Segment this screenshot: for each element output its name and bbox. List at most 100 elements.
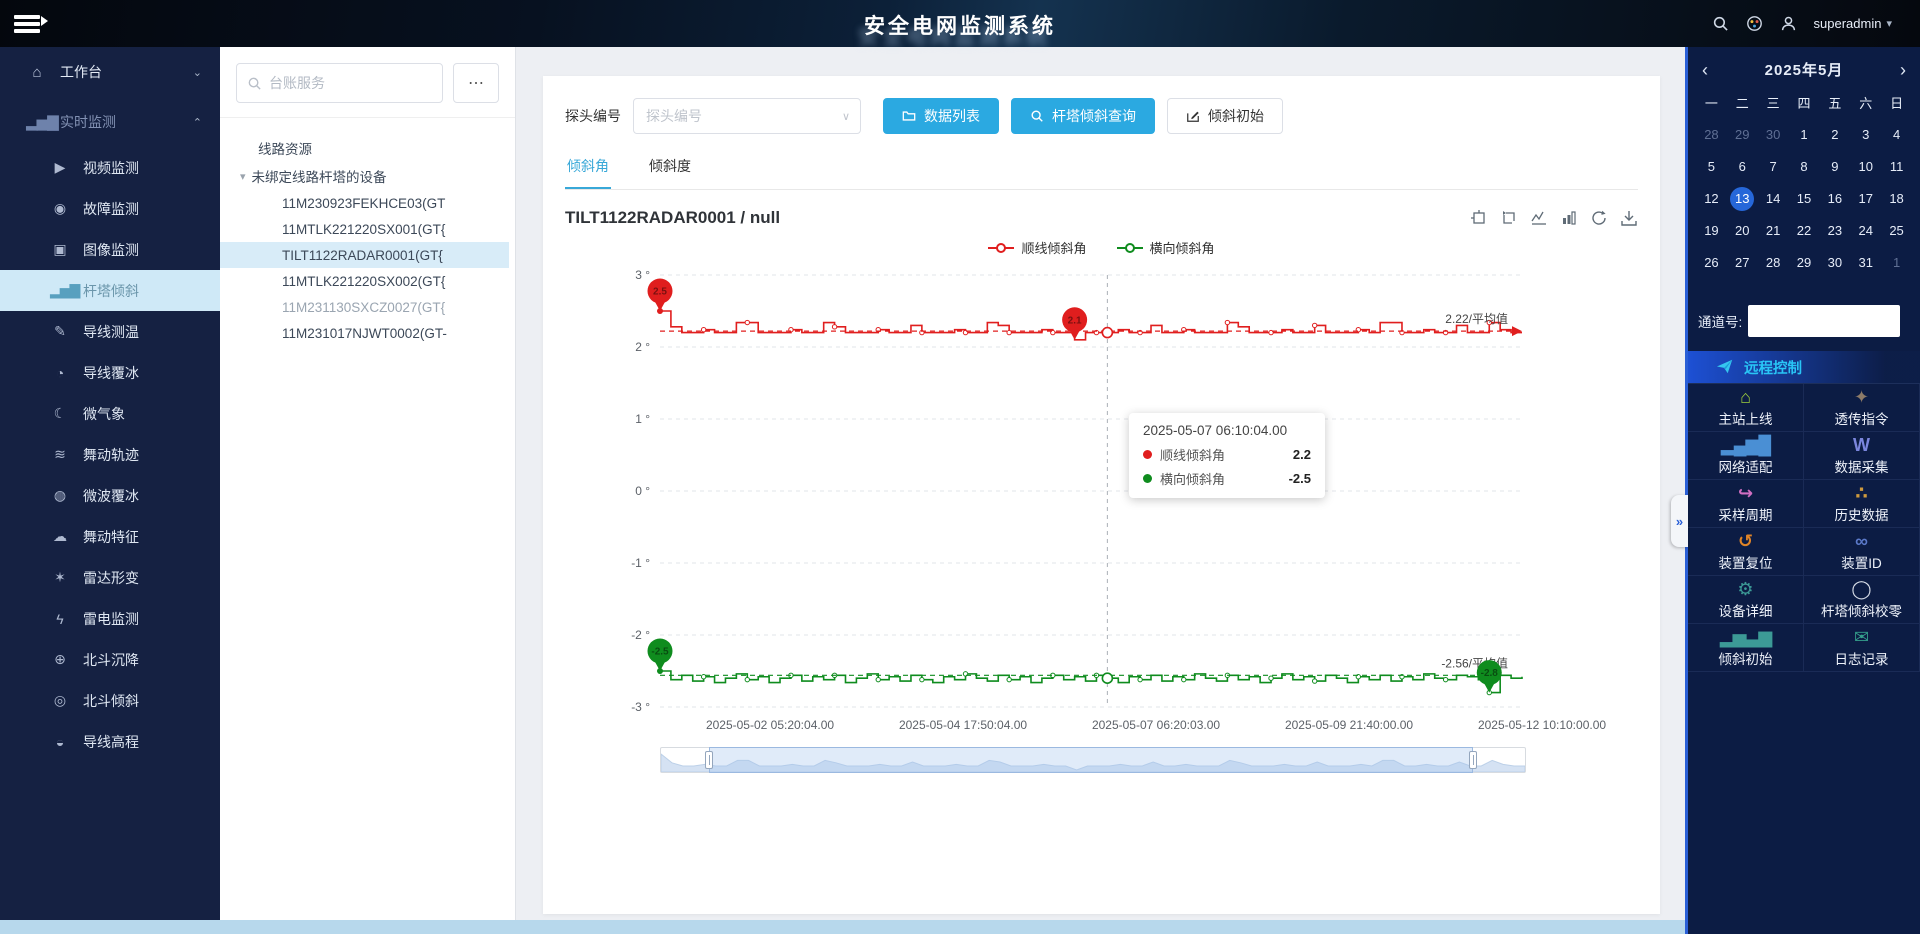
calendar-day[interactable]: 12 — [1696, 183, 1727, 215]
remote-control-button[interactable]: ⌂ 主站上线 — [1688, 384, 1804, 432]
calendar-day[interactable]: 9 — [1819, 151, 1850, 183]
datazoom-slider[interactable] — [660, 747, 1526, 773]
channel-input[interactable] — [1748, 305, 1900, 337]
tree-group-unbound[interactable]: ▾ 未绑定线路杆塔的设备 — [220, 162, 509, 190]
device-tree-item[interactable]: 11MTLK221220SX001(GT{ — [220, 216, 509, 242]
more-button[interactable]: ⋯ — [453, 63, 499, 103]
toolbar-button[interactable]: 倾斜初始 — [1167, 98, 1283, 134]
sidebar-menu-item[interactable]: ⊕ 北斗沉降 — [0, 639, 220, 680]
calendar-day[interactable]: 3 — [1850, 119, 1881, 151]
calendar-day[interactable]: 18 — [1881, 183, 1912, 215]
device-tree-item[interactable]: 11MTLK221220SX002(GT{ — [220, 268, 509, 294]
line-chart-icon[interactable] — [1530, 209, 1548, 227]
remote-control-button[interactable]: ↺ 装置复位 — [1688, 528, 1804, 576]
user-menu[interactable]: superadmin ▾ — [1814, 16, 1892, 31]
tilt-angle-chart[interactable]: 3 °2 °1 °0 °-1 °-2 °-3 °2025-05-02 05:20… — [565, 261, 1638, 739]
calendar-day[interactable]: 13 — [1727, 183, 1758, 215]
sidebar-menu-item[interactable]: ▣ 图像监测 — [0, 229, 220, 270]
calendar-day[interactable]: 24 — [1850, 215, 1881, 247]
user-icon[interactable] — [1780, 15, 1798, 33]
search-icon[interactable] — [1712, 15, 1730, 33]
remote-control-button[interactable]: ∞ 装置ID — [1804, 528, 1920, 576]
remote-control-button[interactable]: ✦ 透传指令 — [1804, 384, 1920, 432]
legend-item[interactable]: 横向倾斜角 — [1117, 238, 1215, 257]
sidebar-menu-item[interactable]: ✎ 导线测温 — [0, 311, 220, 352]
calendar-day[interactable]: 31 — [1850, 247, 1881, 279]
toolbar-button[interactable]: 数据列表 — [883, 98, 999, 134]
theme-icon[interactable] — [1746, 15, 1764, 33]
legend-item[interactable]: 顺线倾斜角 — [988, 238, 1086, 257]
remote-control-button[interactable]: ∴ 历史数据 — [1804, 480, 1920, 528]
sidebar-menu-item[interactable]: ▂▅▇ 杆塔倾斜 — [0, 270, 220, 311]
tab[interactable]: 倾斜度 — [647, 150, 693, 189]
sidebar-menu-item[interactable]: ▶ 视频监测 — [0, 147, 220, 188]
calendar-day[interactable]: 8 — [1789, 151, 1820, 183]
sidebar-section-realtime[interactable]: ▂▅▇ 实时监测 ⌃ — [0, 97, 220, 147]
menu-collapse-icon[interactable] — [14, 12, 40, 36]
calendar-day[interactable]: 2 — [1819, 119, 1850, 151]
calendar-day[interactable]: 19 — [1696, 215, 1727, 247]
sidebar-item-workbench[interactable]: ⌂ 工作台 ⌄ — [0, 47, 220, 97]
calendar-day[interactable]: 30 — [1819, 247, 1850, 279]
chevron-right-icon[interactable]: › — [1900, 61, 1906, 79]
sidebar-menu-item[interactable]: ☁ 舞动特征 — [0, 516, 220, 557]
sidebar-menu-item[interactable]: ◒ 导线高程 — [0, 721, 220, 762]
datazoom-left-handle[interactable] — [705, 751, 713, 769]
calendar-day[interactable]: 1 — [1881, 247, 1912, 279]
remote-control-button[interactable]: ⚙ 设备详细 — [1688, 576, 1804, 624]
calendar-day[interactable]: 5 — [1696, 151, 1727, 183]
sidebar-menu-item[interactable]: ◔ 导线覆冰 — [0, 352, 220, 393]
calendar-day[interactable]: 4 — [1881, 119, 1912, 151]
datazoom-selection[interactable] — [709, 747, 1474, 773]
sidebar-menu-item[interactable]: ≋ 舞动轨迹 — [0, 434, 220, 475]
sidebar-menu-item[interactable]: ◎ 北斗倾斜 — [0, 680, 220, 721]
sidebar-menu-item[interactable]: ✶ 雷达形变 — [0, 557, 220, 598]
bar-chart-icon[interactable] — [1560, 209, 1578, 227]
calendar-day[interactable]: 20 — [1727, 215, 1758, 247]
calendar-day[interactable]: 29 — [1727, 119, 1758, 151]
calendar-day[interactable]: 22 — [1789, 215, 1820, 247]
calendar-day[interactable]: 27 — [1727, 247, 1758, 279]
remote-control-button[interactable]: W 数据采集 — [1804, 432, 1920, 480]
calendar-day[interactable]: 29 — [1789, 247, 1820, 279]
sidebar-menu-item[interactable]: ϟ 雷电监测 — [0, 598, 220, 639]
datazoom-right-handle[interactable] — [1469, 751, 1477, 769]
zoom-reset-icon[interactable] — [1500, 209, 1518, 227]
toolbar-button[interactable]: 杆塔倾斜查询 — [1011, 98, 1155, 134]
download-icon[interactable] — [1620, 209, 1638, 227]
calendar-day[interactable]: 6 — [1727, 151, 1758, 183]
sidebar-menu-item[interactable]: ◉ 故障监测 — [0, 188, 220, 229]
refresh-icon[interactable] — [1590, 209, 1608, 227]
calendar-day[interactable]: 7 — [1758, 151, 1789, 183]
calendar-day[interactable]: 14 — [1758, 183, 1789, 215]
calendar-day[interactable]: 10 — [1850, 151, 1881, 183]
calendar-day[interactable]: 25 — [1881, 215, 1912, 247]
calendar-day[interactable]: 21 — [1758, 215, 1789, 247]
tree-root-line-resources[interactable]: 线路资源 — [220, 134, 509, 162]
device-tree-item[interactable]: 11M231130SXCZ0027(GT{ — [220, 294, 509, 320]
remote-control-button[interactable]: ◯ 杆塔倾斜校零 — [1804, 576, 1920, 624]
remote-control-button[interactable]: ✉ 日志记录 — [1804, 624, 1920, 672]
probe-number-select[interactable]: 探头编号 ∨ — [633, 98, 861, 134]
chart-area[interactable]: 3 °2 °1 °0 °-1 °-2 °-3 °2025-05-02 05:20… — [565, 261, 1638, 739]
calendar-day[interactable]: 1 — [1789, 119, 1820, 151]
tab[interactable]: 倾斜角 — [565, 150, 611, 189]
calendar-day[interactable]: 16 — [1819, 183, 1850, 215]
zoom-box-icon[interactable] — [1470, 209, 1488, 227]
sidebar-menu-item[interactable]: ◍ 微波覆冰 — [0, 475, 220, 516]
remote-control-button[interactable]: ▂▅▃▆ 倾斜初始 — [1688, 624, 1804, 672]
calendar-day[interactable]: 28 — [1696, 119, 1727, 151]
device-tree-item[interactable]: 11M231017NJWT0002(GT- — [220, 320, 509, 346]
calendar-day[interactable]: 23 — [1819, 215, 1850, 247]
device-tree-item[interactable]: 11M230923FEKHCE03(GT — [220, 190, 509, 216]
remote-control-button[interactable]: ↪ 采样周期 — [1688, 480, 1804, 528]
calendar-day[interactable]: 28 — [1758, 247, 1789, 279]
chevron-left-icon[interactable]: ‹ — [1702, 61, 1708, 79]
calendar-day[interactable]: 30 — [1758, 119, 1789, 151]
calendar-day[interactable]: 17 — [1850, 183, 1881, 215]
sidebar-menu-item[interactable]: ☾ 微气象 — [0, 393, 220, 434]
calendar-day[interactable]: 15 — [1789, 183, 1820, 215]
calendar-day[interactable]: 11 — [1881, 151, 1912, 183]
calendar-day[interactable]: 26 — [1696, 247, 1727, 279]
remote-control-button[interactable]: ▂▄▆█ 网络适配 — [1688, 432, 1804, 480]
